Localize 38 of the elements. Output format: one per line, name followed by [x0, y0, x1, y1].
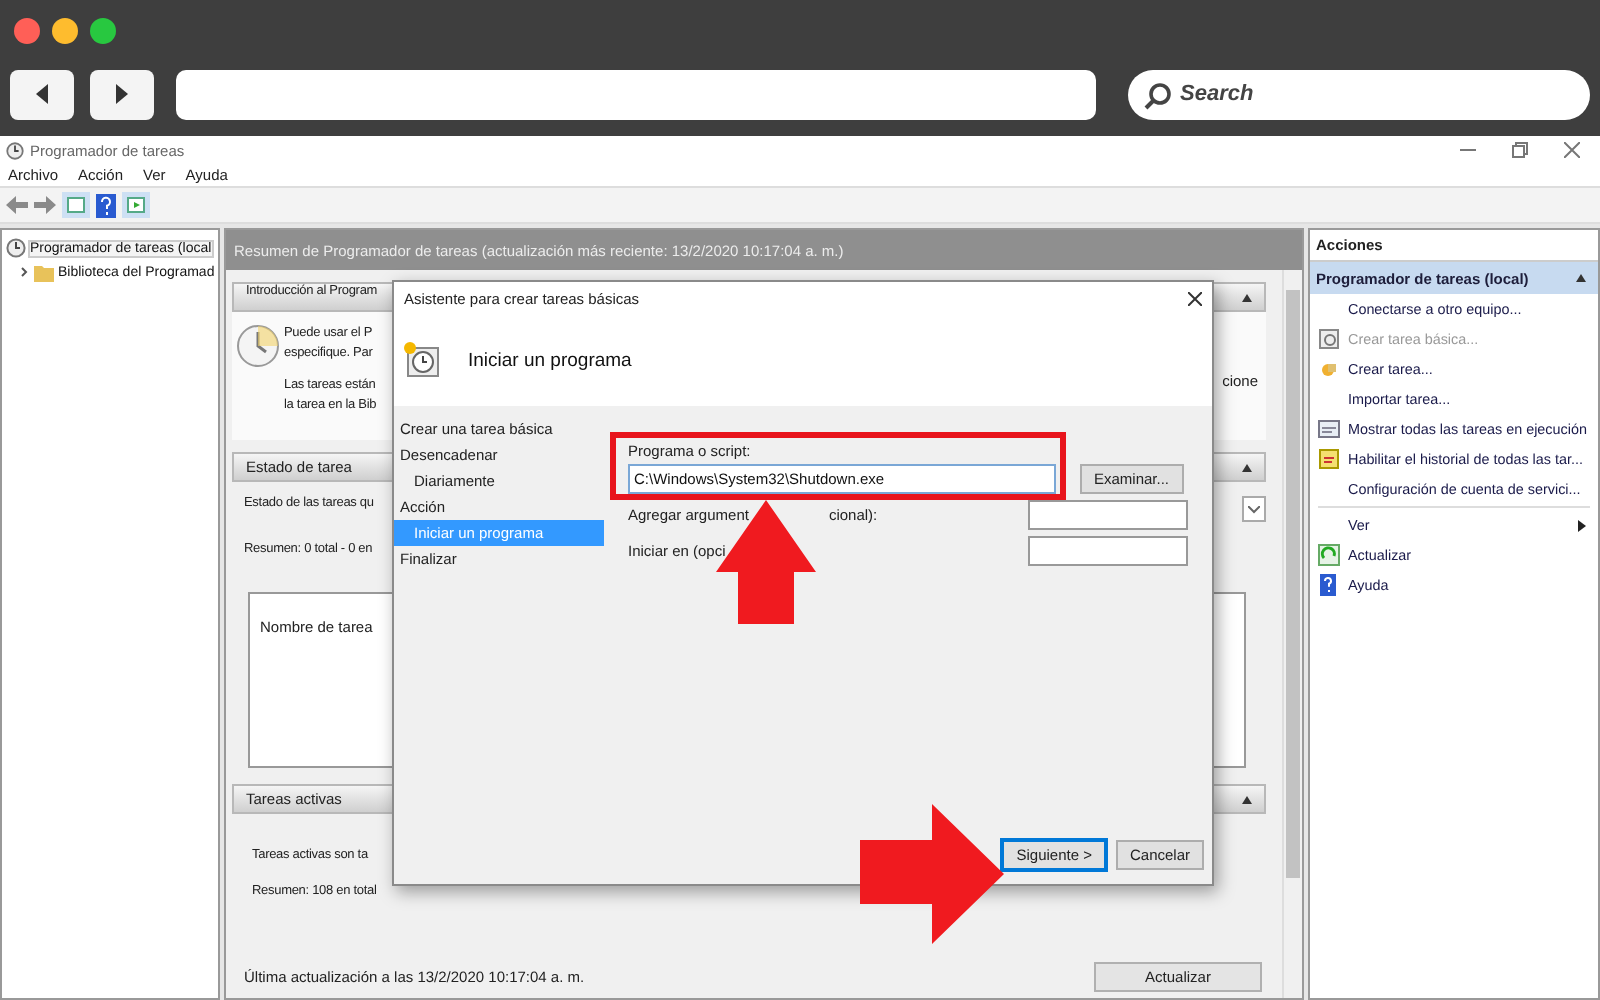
expand-icon[interactable] — [18, 266, 30, 278]
search-field[interactable]: Search — [1128, 69, 1590, 119]
window-dot[interactable] — [90, 17, 116, 43]
forward-icon[interactable] — [34, 196, 56, 214]
arrow-annotation — [860, 804, 1004, 944]
window-dot[interactable] — [52, 17, 78, 43]
task-icon — [1318, 328, 1340, 350]
start-folder-field[interactable] — [1028, 536, 1188, 566]
console-icon[interactable] — [62, 192, 90, 218]
collapse-icon[interactable] — [1242, 795, 1252, 803]
chevron-icon — [1248, 505, 1260, 513]
console-icon[interactable] — [122, 192, 150, 218]
window-dot[interactable] — [14, 17, 40, 43]
clock-icon — [6, 238, 26, 258]
submenu-arrow-icon — [1578, 519, 1586, 531]
task-icon — [1318, 358, 1340, 380]
refresh-icon — [1318, 544, 1340, 566]
clock-icon — [404, 342, 440, 378]
log-icon — [1318, 448, 1340, 470]
period-dropdown[interactable] — [1242, 496, 1266, 522]
collapse-icon[interactable] — [1576, 274, 1586, 282]
list-icon — [1318, 418, 1340, 440]
scrollbar[interactable] — [1282, 270, 1302, 998]
help-icon — [1318, 574, 1340, 596]
back-button[interactable] — [10, 69, 74, 119]
folder-icon — [34, 263, 54, 281]
collapse-icon[interactable] — [1242, 463, 1252, 471]
address-bar[interactable] — [176, 69, 1096, 119]
close-icon[interactable] — [1188, 291, 1202, 305]
back-icon[interactable] — [6, 196, 28, 214]
collapse-icon[interactable] — [1242, 293, 1252, 301]
restore-icon[interactable] — [1512, 142, 1528, 158]
clock-icon — [6, 141, 24, 159]
help-icon[interactable] — [96, 193, 116, 217]
search-icon — [1144, 81, 1172, 109]
arguments-field[interactable] — [1028, 500, 1188, 530]
dialog-heading: Iniciar un programa — [468, 349, 632, 371]
forward-button[interactable] — [90, 69, 154, 119]
